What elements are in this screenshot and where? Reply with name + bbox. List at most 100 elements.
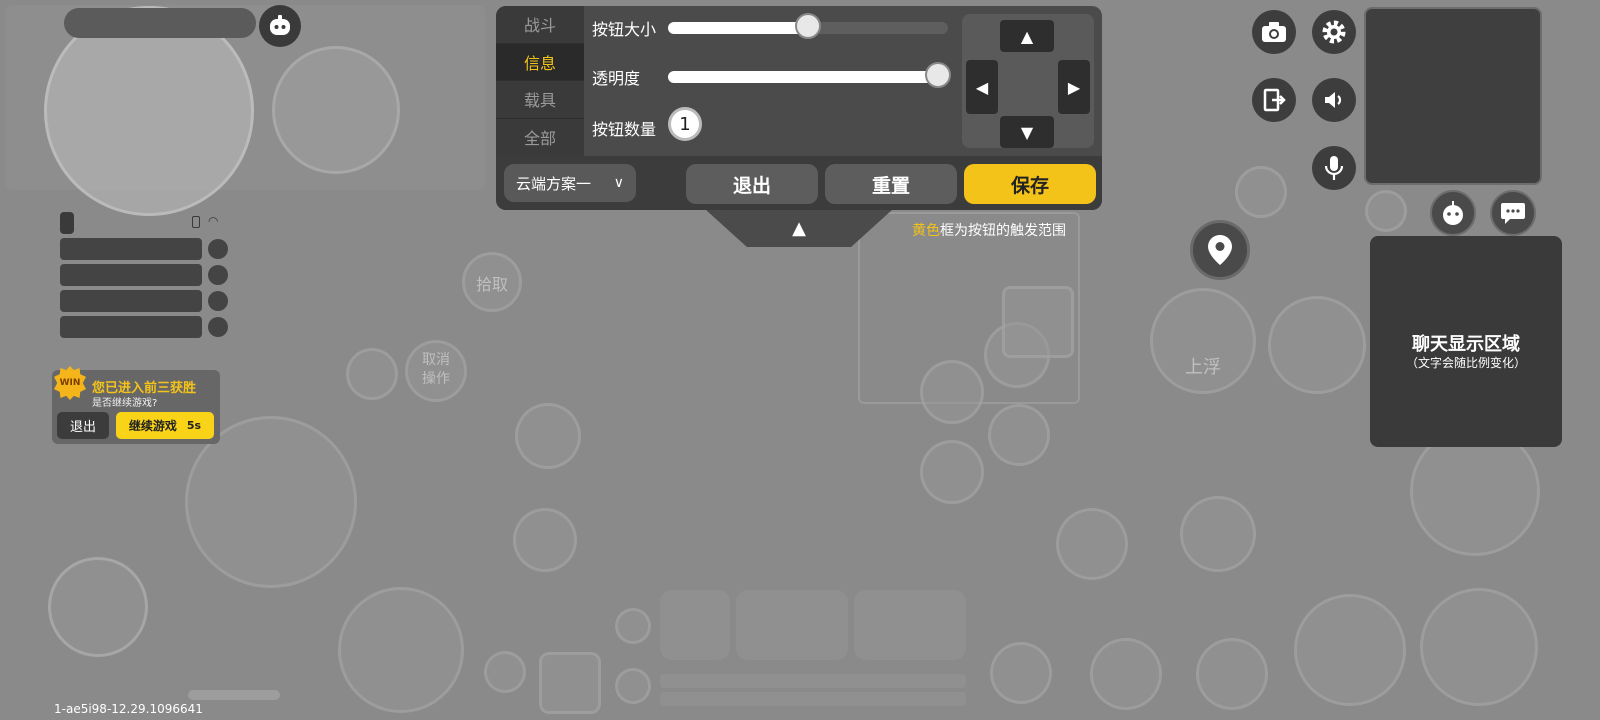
exit-button-label: 退出 bbox=[732, 174, 771, 197]
action-ghost-1 bbox=[1294, 594, 1406, 706]
tab-combat[interactable]: 战斗 bbox=[496, 6, 584, 44]
toast-continue-button[interactable]: 继续游戏 5s bbox=[116, 412, 214, 439]
position-dpad: ▲ ◀ ▶ ▼ bbox=[962, 14, 1094, 148]
emote-button[interactable] bbox=[1430, 190, 1476, 236]
action-ghost-6 bbox=[1235, 166, 1287, 218]
camera-button[interactable] bbox=[1252, 10, 1296, 54]
trigger-range-hint: 黄色框为按钮的触发范围 bbox=[912, 220, 1066, 240]
toast-exit-label: 退出 bbox=[69, 420, 96, 435]
lung-ghost bbox=[515, 403, 581, 469]
action-ghost-2 bbox=[1420, 588, 1538, 706]
category-tabs: 战斗 信息 载具 全部 bbox=[496, 6, 584, 156]
float-ghost: 上浮 bbox=[1150, 288, 1256, 394]
arrow-right-icon[interactable]: ▶ bbox=[1058, 60, 1090, 114]
arrow-left-icon[interactable]: ◀ bbox=[966, 60, 998, 114]
aim-ghost-right bbox=[1180, 496, 1256, 572]
editor-action-bar: 云端方案一 ∨ 退出 重置 保存 bbox=[496, 156, 1102, 210]
save-button[interactable]: 保存 bbox=[964, 164, 1096, 204]
button-size-fill bbox=[668, 22, 808, 34]
scheme-dropdown[interactable]: 云端方案一 ∨ bbox=[504, 164, 636, 202]
button-size-slider[interactable] bbox=[668, 13, 948, 39]
chat-bubble-icon bbox=[1501, 203, 1525, 224]
button-count-badge[interactable]: 1 bbox=[668, 107, 702, 141]
win-toast-subtitle: 是否继续游戏? bbox=[92, 398, 158, 409]
layout-editor-panel: 战斗 信息 载具 全部 按钮大小 透明度 按钮数量 1 ▲ ◀ ▶ ▼ 云端方案… bbox=[496, 6, 1102, 210]
button-count-label: 按钮数量 bbox=[592, 120, 657, 139]
player-name-bar bbox=[64, 8, 256, 38]
microphone-button[interactable] bbox=[1312, 146, 1356, 190]
camera-icon bbox=[1262, 22, 1286, 42]
settings-button[interactable] bbox=[1312, 10, 1356, 54]
teammate-dot bbox=[208, 317, 228, 337]
float-ghost-label: 上浮 bbox=[1185, 357, 1221, 378]
toast-exit-button[interactable]: 退出 bbox=[57, 412, 109, 439]
team-list: ◠ bbox=[58, 210, 238, 340]
exit-door-icon bbox=[1263, 88, 1286, 112]
button-count-value: 1 bbox=[679, 113, 691, 135]
toast-continue-label: 继续游戏 bbox=[128, 419, 177, 433]
battery-icon bbox=[192, 216, 200, 228]
chat-area-subtitle: （文字会随比例变化） bbox=[1405, 356, 1526, 370]
action-ghost-4 bbox=[1196, 638, 1268, 710]
tab-all[interactable]: 全部 bbox=[496, 119, 584, 157]
attack-ghost bbox=[338, 587, 464, 713]
hp-bar-ghost bbox=[660, 674, 966, 688]
opacity-handle[interactable] bbox=[925, 62, 951, 88]
chat-button[interactable] bbox=[1490, 190, 1536, 236]
med-ghost bbox=[539, 652, 601, 714]
teammate-dot bbox=[208, 265, 228, 285]
save-button-label: 保存 bbox=[1010, 174, 1049, 197]
exit-button[interactable]: 退出 bbox=[686, 164, 818, 204]
opacity-fill bbox=[668, 71, 938, 83]
weapon-slot-1 bbox=[660, 590, 730, 660]
pick-ghost-label: 拾取 bbox=[475, 275, 508, 294]
action-ghost-5 bbox=[990, 642, 1052, 704]
opacity-label: 透明度 bbox=[592, 69, 641, 88]
chat-display-area: 聊天显示区域 （文字会随比例变化） bbox=[1370, 236, 1562, 447]
teammate-row bbox=[60, 264, 202, 286]
speaker-icon bbox=[1325, 92, 1342, 108]
small-ghost bbox=[615, 608, 651, 644]
action-ghost-3 bbox=[1090, 638, 1162, 710]
map-pin-icon bbox=[1208, 235, 1232, 265]
cancel-ghost-label: 取消 操作 bbox=[422, 352, 450, 387]
weapon-slot-2 bbox=[736, 590, 848, 660]
item-ghost bbox=[1056, 508, 1128, 580]
wifi-icon: ◠ bbox=[208, 214, 219, 228]
stamina-bar bbox=[188, 690, 280, 700]
button-size-label: 按钮大小 bbox=[592, 20, 657, 39]
emote-face-icon bbox=[1443, 201, 1463, 225]
grenade-ghost bbox=[484, 651, 526, 693]
bag-ghost bbox=[988, 404, 1050, 466]
teammate-row bbox=[60, 290, 202, 312]
win-badge-text: WIN bbox=[59, 378, 81, 388]
hp-bar-ghost-2 bbox=[660, 692, 966, 706]
tab-info[interactable]: 信息 bbox=[496, 43, 584, 81]
arrow-up-icon[interactable]: ▲ bbox=[1000, 20, 1054, 52]
door-ghost bbox=[1002, 286, 1074, 358]
emoji-face-icon[interactable] bbox=[259, 5, 301, 47]
small-ghost-2 bbox=[615, 668, 651, 704]
tab-vehicle[interactable]: 载具 bbox=[496, 81, 584, 119]
chat-area-title: 聊天显示区域 bbox=[1412, 334, 1520, 355]
opacity-slider[interactable] bbox=[668, 62, 951, 88]
map-pin-button[interactable] bbox=[1190, 220, 1250, 280]
exit-game-button[interactable] bbox=[1252, 78, 1296, 122]
action-ghost-7 bbox=[1365, 190, 1407, 232]
chevron-down-icon: ∨ bbox=[613, 175, 624, 191]
speaker-button[interactable] bbox=[1312, 78, 1356, 122]
minimap-area[interactable] bbox=[1364, 7, 1542, 185]
backpack-ghost bbox=[48, 557, 148, 657]
hint-yellow-text: 黄色 bbox=[912, 223, 940, 239]
reset-button[interactable]: 重置 bbox=[825, 164, 957, 204]
teammate-dot bbox=[208, 291, 228, 311]
button-size-handle[interactable] bbox=[795, 13, 821, 39]
team-indicator bbox=[60, 212, 74, 234]
version-label: 1-ae5i98-12.29.1096641 bbox=[54, 702, 203, 716]
hint-rest-text: 框为按钮的触发范围 bbox=[940, 223, 1066, 239]
secondary-ghost bbox=[272, 46, 400, 174]
scheme-dropdown-label: 云端方案一 bbox=[516, 174, 592, 193]
teammate-dot bbox=[208, 239, 228, 259]
toast-countdown: 5s bbox=[186, 419, 202, 432]
arrow-down-icon[interactable]: ▼ bbox=[1000, 116, 1054, 148]
